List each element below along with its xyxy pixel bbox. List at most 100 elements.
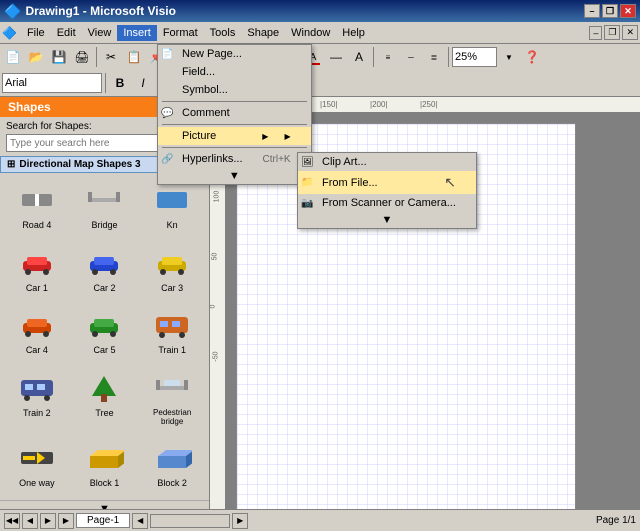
new-button[interactable]: 📄 [2,46,24,68]
app-close-button[interactable]: ✕ [620,4,636,18]
font-name-input[interactable] [2,73,102,93]
menu-bar: 🔷 File Edit View Insert Format Tools Sha… [0,22,640,44]
shape-label-block2: Block 2 [157,478,187,488]
shape-item-block1[interactable]: Block 1 [72,435,138,496]
italic-button[interactable]: I [132,72,154,94]
menu-item-help[interactable]: Help [336,25,371,41]
fromfile-label: From File... [322,177,378,189]
car5-icon [82,307,126,343]
menu-item-window[interactable]: Window [285,25,336,41]
fromscanner-item[interactable]: 📷 From Scanner or Camera... [298,194,476,212]
print-button[interactable]: 🖨 [71,46,93,68]
shape-item-block2[interactable]: Block 2 [139,435,205,496]
menu-item-tools[interactable]: Tools [204,25,242,41]
shape-item-pedestrian[interactable]: Pedestrian bridge [139,365,205,434]
save-button[interactable]: 💾 [48,46,70,68]
last-page-button[interactable]: ▶ [58,513,74,529]
menu-item-format[interactable]: Format [157,25,204,41]
newpage-icon: 📄 [161,49,173,60]
shape-item-car4[interactable]: Car 4 [4,302,70,363]
app-minimize-button[interactable]: – [584,4,600,18]
menu-item-edit[interactable]: Edit [51,25,82,41]
newpage-label: New Page... [182,48,242,60]
window-restore-button[interactable]: ❐ [604,25,620,40]
open-button[interactable]: 📂 [25,46,47,68]
prev-page-button[interactable]: ◀ [22,513,38,529]
hyperlinks-icon: 🔗 [161,154,173,165]
insert-field-item[interactable]: Field... [158,63,311,81]
status-text: Page 1/1 [596,515,636,526]
clipart-icon: 🖼 [301,157,314,168]
car2-icon [82,245,126,281]
hyperlinks-label: Hyperlinks... [182,153,243,165]
scroll-right-button[interactable]: ▶ [232,513,248,529]
insert-symbol-item[interactable]: Symbol... [158,81,311,99]
menu-scroll-button[interactable]: ▼ [158,168,311,184]
category-label: Directional Map Shapes 3 [19,159,140,170]
app-restore-button[interactable]: ❐ [602,4,618,18]
shape-item-car5[interactable]: Car 5 [72,302,138,363]
shape-label-tree: Tree [95,408,113,418]
window-title: Drawing1 - Microsoft Visio [25,4,175,18]
kn-icon [150,182,194,218]
shape-label-oneway: One way [19,478,55,488]
shape-item-road4[interactable]: Road 4 [4,177,70,238]
help-button[interactable]: ❓ [521,46,543,68]
align-button[interactable]: ≣ [423,46,445,68]
submenu-scroll-button[interactable]: ▼ [298,212,476,228]
line-style-button[interactable]: ─ [400,46,422,68]
train2-icon [15,370,59,406]
pedestrian-icon [150,370,194,406]
clipart-item[interactable]: 🖼 Clip Art... [298,153,476,171]
shape-item-oneway[interactable]: One way [4,435,70,496]
zoom-dropdown-button[interactable]: ▼ [498,46,520,68]
shape-label-bridge: Bridge [91,220,117,230]
scroll-left-button[interactable]: ◀ [132,513,148,529]
page-tab[interactable]: Page-1 [76,513,130,528]
line-weight-button[interactable]: ≡ [377,46,399,68]
menu-item-file[interactable]: File [21,25,51,41]
insert-hyperlinks-item[interactable]: 🔗 Hyperlinks... Ctrl+K [158,150,311,168]
shape-item-car2[interactable]: Car 2 [72,240,138,301]
insert-picture-item[interactable]: Picture ▶ [158,127,311,145]
first-page-button[interactable]: ◀◀ [4,513,20,529]
insert-comment-item[interactable]: 💬 Comment [158,104,311,122]
menu-item-insert[interactable]: Insert [117,25,157,41]
field-label: Field... [182,66,215,78]
next-page-button[interactable]: ▶ [40,513,56,529]
bold-button[interactable]: B [109,72,131,94]
window-close-button[interactable]: ✕ [622,25,638,40]
shape-item-kn[interactable]: Kn [139,177,205,238]
line-color-button[interactable]: — [325,46,347,68]
window-minimize-button[interactable]: – [589,26,602,40]
shape-item-car1[interactable]: Car 1 [4,240,70,301]
scroll-track[interactable] [150,514,230,528]
shape-label-train2: Train 2 [23,408,51,418]
menu-item-view[interactable]: View [82,25,118,41]
shape-item-car3[interactable]: Car 3 [139,240,205,301]
shapes-grid: Road 4 Bridge Kn [0,173,209,500]
zoom-input[interactable] [452,47,497,67]
car3-icon [150,245,194,281]
block1-icon [82,440,126,476]
cut-button[interactable]: ✂ [100,46,122,68]
oneway-icon [15,440,59,476]
car1-icon [15,245,59,281]
title-bar: 🔷 Drawing1 - Microsoft Visio – ❐ ✕ [0,0,640,22]
shape-item-bridge[interactable]: Bridge [72,177,138,238]
shape-label-car5: Car 5 [93,345,115,355]
font-color-button[interactable]: A [348,46,370,68]
shape-item-tree[interactable]: Tree [72,365,138,434]
shape-label-kn: Kn [167,220,178,230]
picture-menu: 🖼 Clip Art... 📁 From File... ↖ 📷 From Sc… [297,152,477,229]
tree-icon [82,370,126,406]
menu-item-shape[interactable]: Shape [241,25,285,41]
insert-newpage-item[interactable]: 📄 New Page... [158,45,311,63]
copy-button[interactable]: 📋 [123,46,145,68]
fromfile-item[interactable]: 📁 From File... ↖ [298,171,476,194]
shape-item-train1[interactable]: Train 1 [139,302,205,363]
picture-label: Picture [182,130,216,142]
fromscanner-label: From Scanner or Camera... [322,197,456,209]
shape-item-train2[interactable]: Train 2 [4,365,70,434]
cursor-indicator: ↖ [444,174,456,191]
